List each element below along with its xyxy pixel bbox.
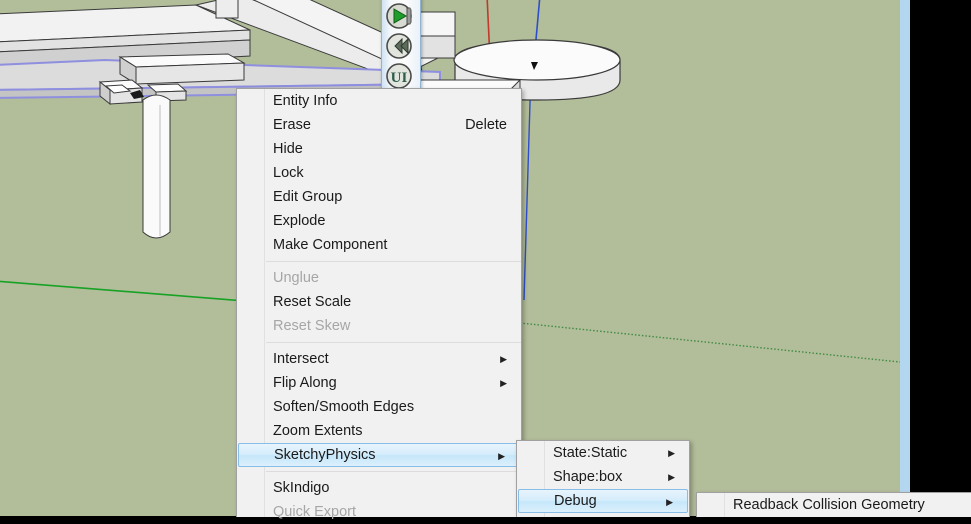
- menu-item-label: Debug: [554, 493, 597, 509]
- menu-separator: [266, 261, 521, 262]
- menu-item-shortcut: Delete: [465, 117, 507, 133]
- menu-item-quick-export: Quick Export: [237, 500, 521, 524]
- menu-item-label: SkIndigo: [273, 480, 330, 496]
- menu-item-label: Lock: [273, 165, 304, 181]
- submenu-item-readback-collision-geometry[interactable]: Readback Collision Geometry: [697, 493, 971, 517]
- menu-item-label: Quick Export: [273, 504, 356, 520]
- sketchyphysics-submenu[interactable]: State:Static ▶ Shape:box ▶ Debug ▶: [516, 440, 690, 517]
- entity-context-menu[interactable]: Entity Info Erase Delete Hide Lock Edit Group…: [236, 88, 522, 520]
- menu-item-lock[interactable]: Lock: [237, 161, 521, 185]
- menu-item-entity-info[interactable]: Entity Info: [237, 89, 521, 113]
- toolbar-button-reset[interactable]: [385, 32, 417, 62]
- rewind-icon: [386, 33, 412, 59]
- window-right-edge: [900, 0, 910, 516]
- menu-item-label: Zoom Extents: [273, 423, 363, 439]
- menu-item-label: Soften/Smooth Edges: [273, 399, 415, 415]
- menu-item-make-component[interactable]: Make Component: [237, 233, 521, 257]
- menu-item-label: Explode: [273, 213, 326, 229]
- chevron-right-icon: ▶: [498, 451, 505, 461]
- menu-item-label: Edit Group: [273, 189, 343, 205]
- menu-item-explode[interactable]: Explode: [237, 209, 521, 233]
- menu-item-reset-scale[interactable]: Reset Scale: [237, 290, 521, 314]
- play-icon: [386, 3, 412, 29]
- chevron-right-icon: ▶: [500, 378, 507, 388]
- menu-item-reset-skew: Reset Skew: [237, 314, 521, 338]
- menu-item-zoom-extents[interactable]: Zoom Extents: [237, 419, 521, 443]
- ui-icon: UI: [386, 63, 412, 89]
- menu-separator: [266, 342, 521, 343]
- menu-item-soften-smooth-edges[interactable]: Soften/Smooth Edges: [237, 395, 521, 419]
- desktop-background: [910, 0, 971, 516]
- menu-item-label: Flip Along: [273, 375, 337, 391]
- menu-separator: [266, 471, 521, 472]
- menu-item-label: Readback Collision Geometry: [733, 497, 925, 513]
- menu-item-flip-along[interactable]: Flip Along ▶: [237, 371, 521, 395]
- menu-item-unglue: Unglue: [237, 266, 521, 290]
- menu-item-erase[interactable]: Erase Delete: [237, 113, 521, 137]
- menu-item-label: SketchyPhysics: [274, 447, 376, 463]
- chevron-right-icon: ▶: [500, 354, 507, 364]
- menu-item-label: State:Static: [553, 445, 628, 461]
- menu-item-label: Erase: [273, 117, 311, 133]
- chevron-right-icon: ▶: [668, 472, 675, 482]
- menu-item-label: Reset Skew: [273, 318, 351, 334]
- menu-item-label: Entity Info: [273, 93, 338, 109]
- menu-item-hide[interactable]: Hide: [237, 137, 521, 161]
- chevron-right-icon: ▶: [668, 448, 675, 458]
- debug-submenu[interactable]: Readback Collision Geometry: [696, 492, 971, 517]
- menu-item-label: Unglue: [273, 270, 319, 286]
- submenu-item-state-static[interactable]: State:Static ▶: [517, 441, 689, 465]
- submenu2-item-list: Readback Collision Geometry: [697, 493, 971, 517]
- menu-item-skindigo[interactable]: SkIndigo: [237, 476, 521, 500]
- menu-item-intersect[interactable]: Intersect ▶: [237, 347, 521, 371]
- menu-item-label: Intersect: [273, 351, 329, 367]
- menu-item-label: Make Component: [273, 237, 388, 253]
- menu-item-label: Hide: [273, 141, 303, 157]
- submenu1-item-list: State:Static ▶ Shape:box ▶ Debug ▶: [517, 441, 689, 513]
- menu-item-list: Entity Info Erase Delete Hide Lock Edit Group…: [237, 89, 521, 524]
- svg-text:UI: UI: [391, 70, 408, 86]
- submenu-item-shape-box[interactable]: Shape:box ▶: [517, 465, 689, 489]
- submenu-item-debug[interactable]: Debug ▶: [518, 489, 688, 513]
- green-axis-dotted: [519, 322, 900, 363]
- menu-item-label: Shape:box: [553, 469, 623, 485]
- menu-item-sketchyphysics[interactable]: SketchyPhysics ▶: [238, 443, 520, 467]
- blue-axis-lower: [523, 69, 532, 301]
- sketchyphysics-toolbar[interactable]: UI: [381, 0, 421, 89]
- chevron-right-icon: ▶: [666, 497, 673, 507]
- toolbar-button-play[interactable]: [385, 2, 417, 32]
- menu-item-label: Reset Scale: [273, 294, 352, 310]
- menu-item-edit-group[interactable]: Edit Group: [237, 185, 521, 209]
